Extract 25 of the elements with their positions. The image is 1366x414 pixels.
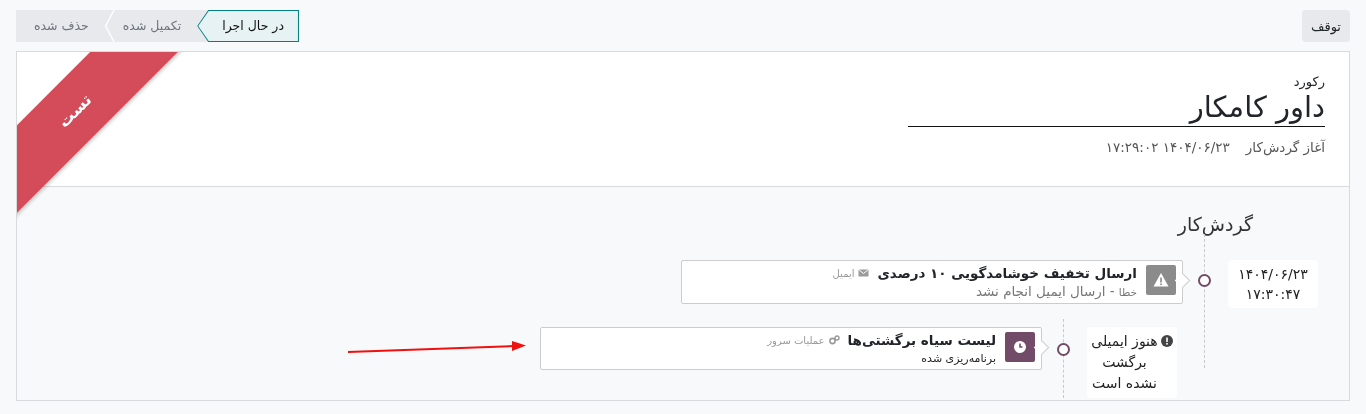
timeline-dot — [1056, 343, 1070, 356]
stop-button[interactable]: توقف — [1302, 10, 1350, 42]
step-status: برنامه‌ریزی شده — [921, 352, 996, 365]
field-value: ۱۴۰۴/۰۶/۲۳ ۱۷:۲۹:۰۲ — [1105, 139, 1230, 155]
envelope-icon — [858, 268, 870, 278]
clock-icon — [1005, 332, 1035, 362]
status-stage[interactable]: تکمیل شده — [104, 10, 198, 42]
action-type: عملیات سرور — [767, 334, 825, 346]
step-status: خطا — [1118, 286, 1137, 298]
step-title: لیست سیاه برگشتی‌ها — [847, 332, 996, 348]
note-text: هنوز ایمیلی برگشت نشده است — [1091, 332, 1158, 393]
warning-icon — [1146, 265, 1176, 295]
field-label: آغاز گردش‌کار — [1245, 139, 1325, 155]
status-stage[interactable]: در حال اجرا — [197, 10, 299, 42]
record-name: داور کامکار — [908, 89, 1325, 127]
gears-icon — [828, 335, 840, 345]
status-stage[interactable]: حذف شده — [16, 10, 105, 42]
timeline-title: گردش‌کار — [1176, 213, 1253, 238]
action-type: ایمیل — [832, 267, 855, 279]
record-label: رکورد — [1293, 74, 1325, 89]
timestamp-box: ۱۴۰۴/۰۶/۲۳ ۱۷:۳۰:۴۷ — [1228, 260, 1318, 308]
timeline-dot — [1197, 274, 1211, 287]
step-title: ارسال تخفیف خوشامدگویی ۱۰ درصدی — [877, 265, 1137, 281]
step-message: - ارسال ایمیل انجام نشد — [975, 283, 1115, 299]
exclamation-icon — [1161, 335, 1173, 347]
